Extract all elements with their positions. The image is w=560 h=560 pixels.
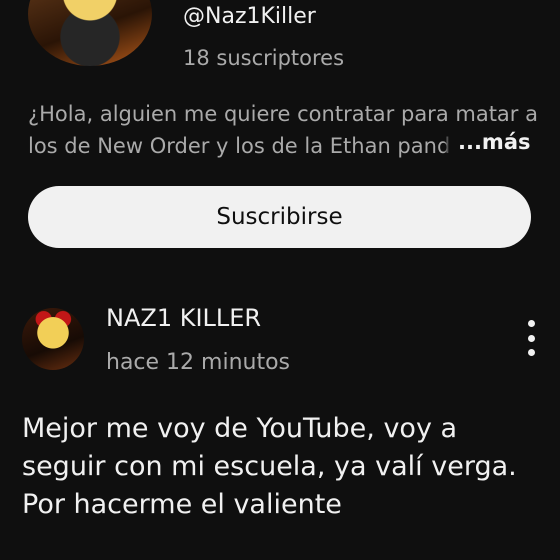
channel-avatar[interactable] <box>28 0 152 66</box>
kebab-menu-icon[interactable] <box>516 318 546 358</box>
channel-handle[interactable]: @Naz1Killer <box>183 4 316 29</box>
kebab-dot <box>527 334 535 342</box>
subscriber-count: 18 suscriptores <box>183 46 345 70</box>
post-author-name[interactable]: NAZ1 KILLER <box>106 304 261 332</box>
description-faded-text: d <box>436 134 451 158</box>
post-timestamp: hace 12 minutos <box>106 350 291 375</box>
kebab-dot <box>527 320 535 327</box>
more-link[interactable]: ...más <box>458 130 531 154</box>
post-body-text: Mejor me voy de YouTube, voy a seguir co… <box>22 413 517 520</box>
post-author-avatar[interactable] <box>22 308 84 370</box>
subscribe-button[interactable]: Suscribirse <box>28 186 531 248</box>
kebab-dot <box>527 349 535 356</box>
